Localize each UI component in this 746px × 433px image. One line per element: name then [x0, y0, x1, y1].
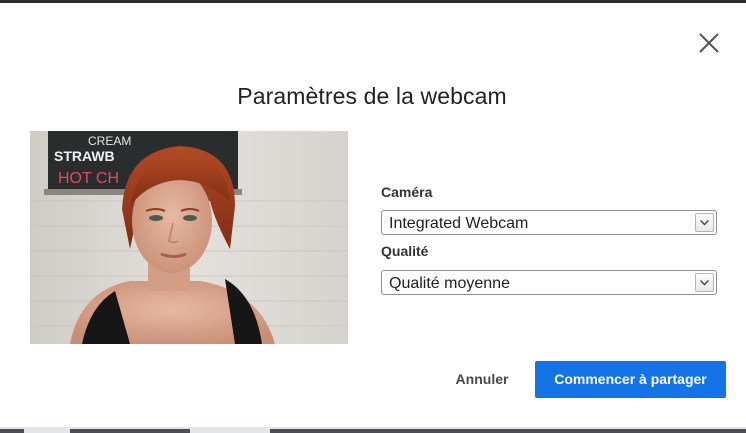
chalkboard-line-1: CREAM [88, 134, 131, 148]
camera-select[interactable]: Integrated Webcam [381, 210, 717, 235]
taskbar-segment [70, 429, 190, 433]
chalkboard-line-3: HOT CH [58, 170, 119, 187]
camera-dropdown-arrow[interactable] [695, 213, 714, 232]
chevron-down-icon [700, 280, 709, 286]
webcam-settings-dialog: Paramètres de la webcam CREAM STRAWB HOT… [0, 3, 746, 427]
webcam-preview-image: CREAM STRAWB HOT CH [30, 131, 348, 344]
taskbar-segment [270, 429, 746, 433]
chevron-down-icon [700, 220, 709, 226]
dialog-title: Paramètres de la webcam [237, 83, 507, 109]
taskbar-segment [0, 429, 24, 433]
quality-select-value: Qualité moyenne [389, 275, 510, 292]
window-bottom-edge [0, 427, 746, 433]
quality-dropdown-arrow[interactable] [695, 273, 714, 292]
start-sharing-button[interactable]: Commencer à partager [535, 361, 726, 398]
close-button[interactable] [695, 29, 723, 57]
cancel-button[interactable]: Annuler [446, 361, 518, 397]
camera-select-value: Integrated Webcam [389, 215, 529, 232]
webcam-preview: CREAM STRAWB HOT CH [30, 131, 348, 344]
close-icon [699, 33, 719, 53]
camera-label: Caméra [381, 184, 433, 200]
quality-select[interactable]: Qualité moyenne [381, 270, 717, 295]
quality-label: Qualité [381, 243, 429, 259]
chalkboard-line-2: STRAWB [54, 148, 115, 164]
